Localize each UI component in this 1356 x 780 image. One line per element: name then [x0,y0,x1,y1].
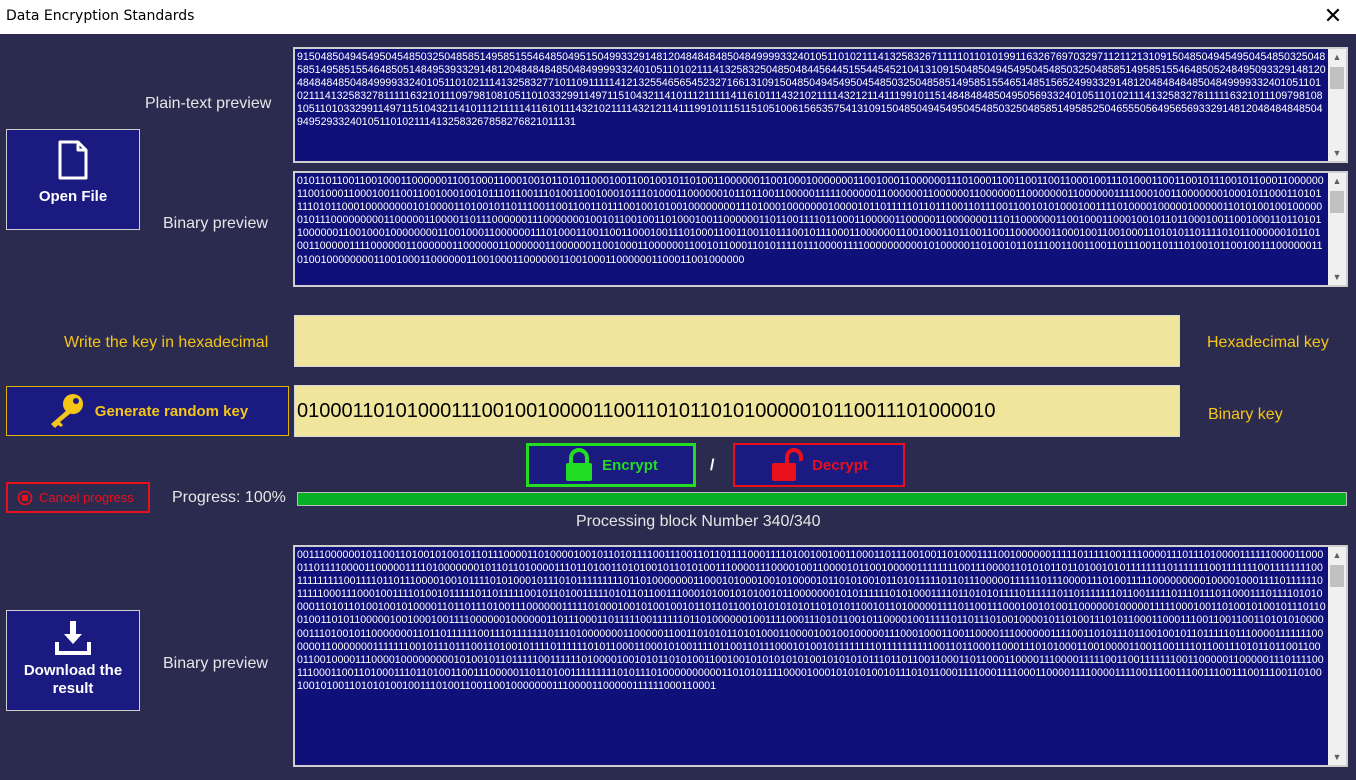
result-scrollbar[interactable]: ▲ ▼ [1328,547,1346,765]
lock-open-icon [772,448,804,481]
binary-key-side-label: Binary key [1208,406,1283,423]
scroll-thumb[interactable] [1330,565,1344,587]
document-icon [58,140,88,180]
open-file-label: Open File [38,188,108,205]
result-binary-preview-box[interactable]: 0011100000010110011010010100101101110000… [293,545,1348,767]
plaintext-scrollbar[interactable]: ▲ ▼ [1328,49,1346,161]
scroll-down-arrow-icon[interactable]: ▼ [1328,145,1346,161]
progress-label: Progress: 100% [172,489,286,506]
hex-key-field[interactable] [294,315,1180,367]
scroll-thumb[interactable] [1330,191,1344,213]
generate-random-key-button[interactable]: Generate random key [6,386,289,436]
encrypt-button[interactable]: Encrypt [526,443,696,487]
title-bar: Data Encryption Standards ✕ [0,0,1356,34]
key-icon [50,394,83,428]
binary-key-input[interactable] [295,386,1179,436]
binary-preview-label: Binary preview [163,215,268,232]
download-result-button[interactable]: Download the result [6,610,140,711]
binary-preview-scrollbar[interactable]: ▲ ▼ [1328,173,1346,285]
scroll-up-arrow-icon[interactable]: ▲ [1328,173,1346,189]
scroll-down-arrow-icon[interactable]: ▼ [1328,749,1346,765]
decrypt-button[interactable]: Decrypt [733,443,905,487]
encrypt-label: Encrypt [602,456,658,474]
close-button[interactable]: ✕ [1310,0,1356,34]
scroll-up-arrow-icon[interactable]: ▲ [1328,547,1346,563]
plaintext-preview-content: 9150485049454950454850325048585149585155… [297,51,1326,129]
cancel-progress-label: Cancel progress [39,490,134,505]
binary-preview-box[interactable]: 0101101100110010001100000011001000110001… [293,171,1348,287]
hex-key-prompt-label: Write the key in hexadecimal [64,334,269,351]
binary-key-field[interactable] [294,385,1180,437]
stop-icon [17,490,33,505]
progress-bar-fill [298,493,1346,505]
plaintext-preview-box[interactable]: 9150485049454950454850325048585149585155… [293,47,1348,163]
download-result-label: Download the result [23,662,123,697]
cancel-progress-button[interactable]: Cancel progress [6,482,150,513]
scroll-thumb[interactable] [1330,67,1344,89]
window-title: Data Encryption Standards [6,8,195,24]
scroll-up-arrow-icon[interactable]: ▲ [1328,49,1346,65]
generate-random-key-label: Generate random key [94,402,249,420]
hex-key-input[interactable] [295,316,1179,366]
scroll-down-arrow-icon[interactable]: ▼ [1328,269,1346,285]
lock-closed-icon [566,448,593,481]
plaintext-preview-label: Plain-text preview [145,95,272,112]
encrypt-decrypt-separator: / [710,457,715,474]
progress-bar [297,492,1347,506]
open-file-button[interactable]: Open File [6,129,140,230]
hex-key-side-label: Hexadecimal key [1207,334,1329,351]
decrypt-label: Decrypt [812,456,868,474]
binary-preview-content: 0101101100110010001100000011001000110001… [297,175,1324,266]
progress-status-text: Processing block Number 340/340 [576,513,821,530]
result-binary-preview-label: Binary preview [163,655,268,672]
download-icon [55,621,91,655]
result-binary-preview-content: 0011100000010110011010010100101101110000… [297,549,1326,692]
